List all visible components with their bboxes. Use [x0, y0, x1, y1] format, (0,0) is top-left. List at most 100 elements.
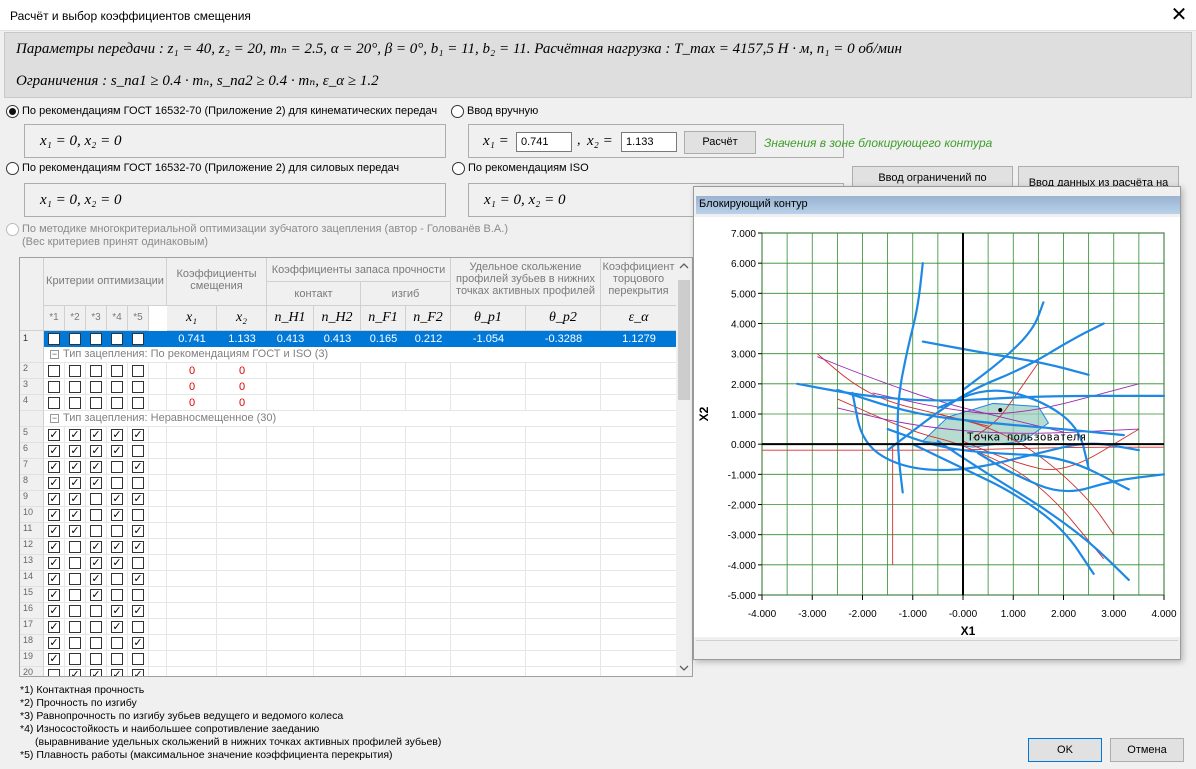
criteria-checkbox[interactable]: [132, 365, 144, 377]
criteria-checkbox[interactable]: [69, 541, 81, 553]
criteria-checkbox[interactable]: ✓: [90, 557, 102, 569]
criteria-checkbox[interactable]: [111, 365, 123, 377]
criteria-checkbox[interactable]: ✓: [69, 525, 81, 537]
criteria-checkbox[interactable]: [69, 557, 81, 569]
criteria-checkbox[interactable]: ✓: [90, 541, 102, 553]
criteria-checkbox[interactable]: ✓: [90, 429, 102, 441]
criteria-checkbox[interactable]: [111, 525, 123, 537]
criteria-checkbox[interactable]: ✓: [111, 429, 123, 441]
criteria-checkbox[interactable]: [90, 621, 102, 633]
criteria-checkbox[interactable]: [132, 557, 144, 569]
criteria-checkbox[interactable]: [90, 397, 102, 409]
criteria-checkbox[interactable]: [132, 397, 144, 409]
criteria-checkbox[interactable]: [90, 525, 102, 537]
close-icon[interactable]: ✕: [1164, 2, 1194, 28]
criteria-checkbox[interactable]: [132, 509, 144, 521]
criteria-checkbox[interactable]: [69, 621, 81, 633]
criteria-checkbox[interactable]: ✓: [132, 429, 144, 441]
criteria-checkbox[interactable]: ✓: [90, 445, 102, 457]
criteria-checkbox[interactable]: ✓: [132, 573, 144, 585]
criteria-checkbox[interactable]: ✓: [90, 461, 102, 473]
criteria-checkbox[interactable]: ✓: [48, 637, 60, 649]
criteria-checkbox[interactable]: ✓: [48, 509, 60, 521]
criteria-checkbox[interactable]: [69, 653, 81, 665]
x2-input[interactable]: [621, 132, 677, 152]
criteria-checkbox[interactable]: [111, 333, 123, 345]
criteria-checkbox[interactable]: ✓: [111, 621, 123, 633]
criteria-checkbox[interactable]: [111, 573, 123, 585]
criteria-checkbox[interactable]: ✓: [111, 445, 123, 457]
criteria-checkbox[interactable]: ✓: [48, 429, 60, 441]
criteria-checkbox[interactable]: ✓: [48, 605, 60, 617]
criteria-checkbox[interactable]: ✓: [90, 477, 102, 489]
criteria-checkbox[interactable]: [132, 589, 144, 601]
criteria-checkbox[interactable]: [90, 493, 102, 505]
criteria-checkbox[interactable]: [48, 365, 60, 377]
criteria-checkbox[interactable]: [111, 653, 123, 665]
criteria-checkbox[interactable]: ✓: [69, 493, 81, 505]
criteria-checkbox[interactable]: ✓: [48, 493, 60, 505]
criteria-checkbox[interactable]: [90, 605, 102, 617]
criteria-checkbox[interactable]: ✓: [132, 637, 144, 649]
cancel-button[interactable]: Отмена: [1110, 738, 1184, 762]
x1-input[interactable]: [516, 132, 572, 152]
criteria-checkbox[interactable]: [69, 333, 81, 345]
criteria-checkbox[interactable]: [69, 637, 81, 649]
criteria-checkbox[interactable]: ✓: [48, 557, 60, 569]
criteria-checkbox[interactable]: ✓: [90, 669, 102, 676]
group-row[interactable]: − Тип зацепления: По рекомендациям ГОСТ и…: [44, 347, 677, 363]
criteria-checkbox[interactable]: ✓: [132, 461, 144, 473]
criteria-checkbox[interactable]: [111, 589, 123, 601]
criteria-checkbox[interactable]: [132, 621, 144, 633]
radio-multicriteria[interactable]: [6, 223, 19, 236]
criteria-checkbox[interactable]: ✓: [132, 605, 144, 617]
criteria-checkbox[interactable]: ✓: [69, 461, 81, 473]
criteria-checkbox[interactable]: ✓: [90, 573, 102, 585]
criteria-checkbox[interactable]: [48, 397, 60, 409]
criteria-checkbox[interactable]: [132, 445, 144, 457]
criteria-checkbox[interactable]: [90, 637, 102, 649]
collapse-icon[interactable]: −: [50, 350, 59, 359]
table-scrollbar[interactable]: [676, 258, 692, 676]
criteria-checkbox[interactable]: [111, 461, 123, 473]
criteria-checkbox[interactable]: ✓: [111, 669, 123, 676]
calculate-button[interactable]: Расчёт: [684, 131, 756, 154]
criteria-checkbox[interactable]: [90, 653, 102, 665]
criteria-checkbox[interactable]: [111, 637, 123, 649]
criteria-checkbox[interactable]: [132, 477, 144, 489]
criteria-checkbox[interactable]: ✓: [111, 557, 123, 569]
criteria-checkbox[interactable]: [90, 333, 102, 345]
criteria-checkbox[interactable]: [111, 477, 123, 489]
criteria-checkbox[interactable]: ✓: [69, 429, 81, 441]
criteria-checkbox[interactable]: [132, 333, 144, 345]
criteria-checkbox[interactable]: ✓: [69, 669, 81, 676]
criteria-checkbox[interactable]: [90, 365, 102, 377]
radio-manual[interactable]: [451, 105, 464, 118]
criteria-checkbox[interactable]: ✓: [111, 541, 123, 553]
criteria-checkbox[interactable]: [132, 381, 144, 393]
criteria-checkbox[interactable]: [69, 589, 81, 601]
criteria-checkbox[interactable]: ✓: [48, 541, 60, 553]
criteria-checkbox[interactable]: ✓: [132, 669, 144, 676]
criteria-checkbox[interactable]: ✓: [69, 477, 81, 489]
criteria-checkbox[interactable]: [48, 669, 60, 676]
criteria-checkbox[interactable]: [69, 365, 81, 377]
criteria-checkbox[interactable]: ✓: [48, 445, 60, 457]
criteria-checkbox[interactable]: ✓: [48, 621, 60, 633]
criteria-checkbox[interactable]: [90, 381, 102, 393]
criteria-checkbox[interactable]: [48, 333, 60, 345]
criteria-checkbox[interactable]: [69, 381, 81, 393]
criteria-checkbox[interactable]: ✓: [69, 445, 81, 457]
group-row[interactable]: − Тип зацепления: Неравносмещенное (30): [44, 411, 677, 427]
criteria-checkbox[interactable]: ✓: [48, 653, 60, 665]
criteria-checkbox[interactable]: ✓: [132, 525, 144, 537]
criteria-checkbox[interactable]: ✓: [48, 573, 60, 585]
criteria-checkbox[interactable]: [48, 381, 60, 393]
criteria-checkbox[interactable]: ✓: [90, 589, 102, 601]
criteria-checkbox[interactable]: ✓: [69, 509, 81, 521]
criteria-checkbox[interactable]: [69, 605, 81, 617]
radio-gost-kinematic[interactable]: [6, 105, 19, 118]
criteria-checkbox[interactable]: ✓: [48, 477, 60, 489]
criteria-checkbox[interactable]: [69, 573, 81, 585]
blocking-contour-window[interactable]: Блокирующий контур Точка пользователя 7.0…: [693, 186, 1181, 660]
